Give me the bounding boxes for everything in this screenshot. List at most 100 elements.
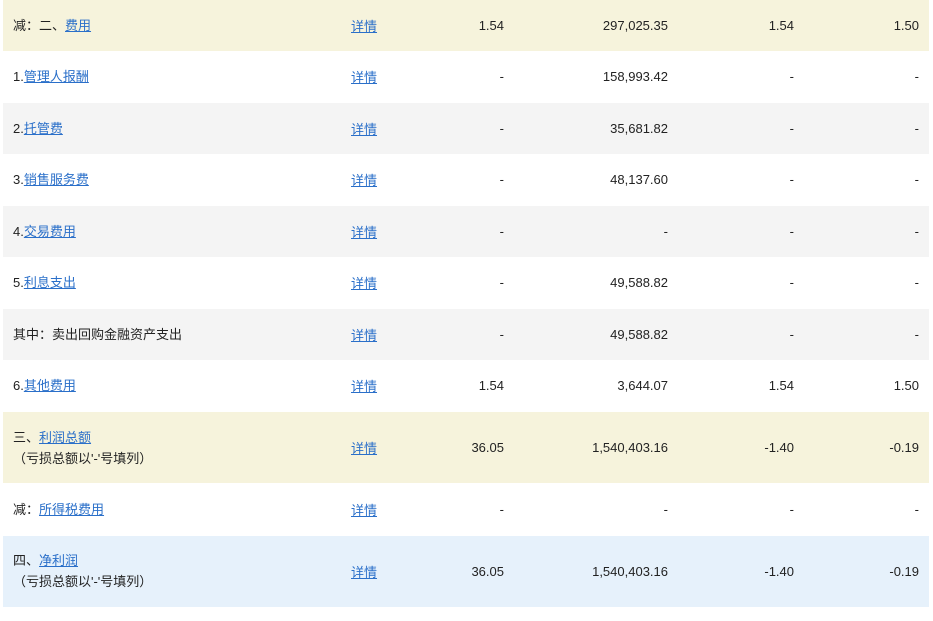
value-col-2: 297,025.35 [602,17,668,33]
row-prefix: 4. [13,223,24,239]
item-link-total-profit[interactable]: 利润总额 [39,430,91,445]
row-prefix: 3. [13,172,24,188]
item-link-expenses[interactable]: 费用 [65,18,91,33]
detail-cell: 详情 [351,16,451,35]
detail-cell: 详情 [351,119,451,138]
row-prefix: 2. [13,120,24,136]
value-col-1: - [499,172,504,188]
value-col-1: - [499,120,504,136]
table-row: 1.管理人报酬 详情 - 158,993.42 - - [3,51,929,103]
value-col-3: - [789,120,794,136]
row-label: 6.其他费用 [3,375,351,396]
value-col-2: 3,644.07 [617,378,668,394]
row-prefix: 5. [13,275,24,291]
value-col-3: - [789,172,794,188]
detail-link[interactable]: 详情 [351,565,377,580]
value-col-4: - [914,120,919,136]
detail-cell: 详情 [351,325,451,344]
table-row: 其中：卖出回购金融资产支出 详情 - 49,588.82 - - [3,309,929,361]
value-col-3: - [789,223,794,239]
row-prefix: 减： [13,501,40,517]
row-label: 四、净利润 （亏损总额以'-'号填列） [3,550,351,592]
row-label: 5.利息支出 [3,272,351,293]
value-col-1: - [499,275,504,291]
value-col-1: - [499,501,504,517]
value-col-1: 36.05 [471,440,504,455]
value-col-4: 1.50 [893,17,919,33]
detail-link[interactable]: 详情 [351,441,377,456]
value-col-2: 49,588.82 [610,275,668,291]
table-row: 6.其他费用 详情 1.54 3,644.07 1.54 1.50 [3,360,929,412]
detail-cell: 详情 [351,222,451,241]
item-link-income-tax[interactable]: 所得税费用 [39,502,104,517]
detail-link[interactable]: 详情 [351,276,377,291]
value-col-3: - [789,326,794,342]
value-col-3: - [789,275,794,291]
value-col-1: - [499,326,504,342]
detail-cell: 详情 [351,500,451,519]
value-col-4: -0.19 [889,440,919,455]
table-row: 四、净利润 （亏损总额以'-'号填列） 详情 36.05 1,540,403.1… [3,535,929,608]
item-link-manager-fee[interactable]: 管理人报酬 [24,69,89,84]
value-col-4: - [914,223,919,239]
detail-link[interactable]: 详情 [351,70,377,85]
value-col-4: - [914,69,919,85]
value-col-1: - [499,69,504,85]
table-row: 4.交易费用 详情 - - - - [3,206,929,258]
value-col-1: 1.54 [478,378,504,394]
detail-link[interactable]: 详情 [351,122,377,137]
row-label: 3.销售服务费 [3,169,351,190]
detail-link[interactable]: 详情 [351,379,377,394]
row-prefix: 减：二、 [13,17,66,33]
row-prefix: 其中：卖出回购金融资产支出 [13,326,183,342]
table-row: 三、利润总额 （亏损总额以'-'号填列） 详情 36.05 1,540,403.… [3,412,929,484]
table-row: 3.销售服务费 详情 - 48,137.60 - - [3,154,929,206]
table-row: 减：所得税费用 详情 - - - - [3,484,929,536]
value-col-3: -1.40 [764,440,794,455]
item-link-other-expenses[interactable]: 其他费用 [24,378,76,393]
value-col-4: - [914,501,919,517]
row-label: 4.交易费用 [3,221,351,242]
detail-link[interactable]: 详情 [351,328,377,343]
item-link-custody-fee[interactable]: 托管费 [24,121,63,136]
value-col-4: -0.19 [889,563,919,579]
row-note: （亏损总额以'-'号填列） [13,574,153,589]
detail-link[interactable]: 详情 [351,503,377,518]
item-link-transaction-fee[interactable]: 交易费用 [24,224,76,239]
income-statement-table: 减：二、费用 详情 1.54 297,025.35 1.54 1.50 1.管理… [3,0,929,608]
value-col-2: 1,540,403.16 [592,563,668,579]
detail-cell: 详情 [351,170,451,189]
detail-cell: 详情 [351,273,451,292]
item-link-interest-expense[interactable]: 利息支出 [24,275,76,290]
row-label: 减：二、费用 [3,15,351,36]
detail-cell: 详情 [351,67,451,86]
value-col-3: 1.54 [768,378,794,394]
value-col-3: -1.40 [764,563,794,579]
row-label: 1.管理人报酬 [3,66,351,87]
detail-cell: 详情 [351,438,451,457]
value-col-2: 35,681.82 [610,120,668,136]
row-note: （亏损总额以'-'号填列） [13,450,153,466]
value-col-2: 48,137.60 [610,172,668,188]
table-row: 2.托管费 详情 - 35,681.82 - - [3,103,929,155]
row-prefix: 四、 [13,553,40,568]
value-col-4: - [914,326,919,342]
item-link-net-profit[interactable]: 净利润 [39,553,78,568]
row-label: 2.托管费 [3,118,351,139]
detail-link[interactable]: 详情 [351,19,377,34]
row-prefix: 三、 [13,429,40,445]
table-row: 减：二、费用 详情 1.54 297,025.35 1.54 1.50 [3,0,929,52]
value-col-2: 1,540,403.16 [592,440,668,455]
item-link-sales-service-fee[interactable]: 销售服务费 [24,172,89,187]
detail-link[interactable]: 详情 [351,173,377,188]
row-prefix: 6. [13,378,24,394]
detail-cell: 详情 [351,376,451,395]
detail-link[interactable]: 详情 [351,225,377,240]
value-col-1: - [499,223,504,239]
value-col-4: - [914,172,919,188]
value-col-3: - [789,501,794,517]
row-label: 其中：卖出回购金融资产支出 [3,324,351,345]
value-col-3: - [789,69,794,85]
value-col-3: 1.54 [768,17,794,33]
value-col-2: - [663,223,668,239]
